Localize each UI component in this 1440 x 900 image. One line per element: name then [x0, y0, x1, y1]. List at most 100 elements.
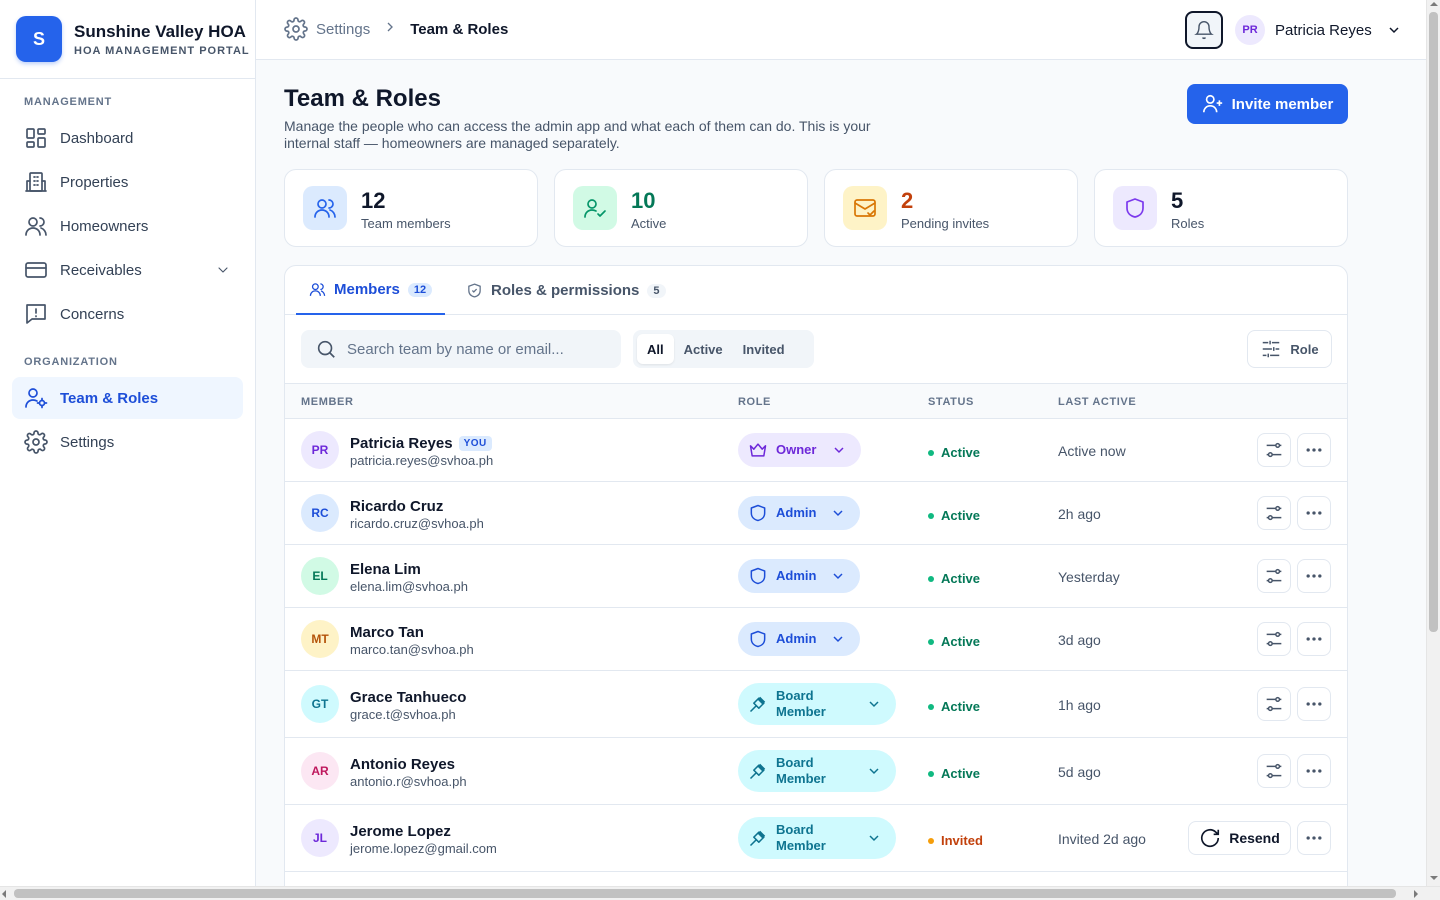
resend-invite-button[interactable]: Resend	[1188, 821, 1291, 855]
search-input[interactable]	[347, 340, 607, 358]
refresh-icon	[1201, 829, 1220, 848]
role-filter-button[interactable]: Role	[1247, 330, 1332, 368]
scroll-left-arrow[interactable]	[2, 890, 6, 898]
role-dropdown[interactable]: Admin	[738, 622, 860, 656]
mail-check-icon	[843, 186, 887, 230]
permissions-button[interactable]	[1257, 622, 1291, 656]
role-dropdown[interactable]: Board Member	[738, 750, 896, 792]
sidebar-item-label: Settings	[60, 433, 115, 451]
sidebar-item-properties[interactable]: Properties	[12, 161, 243, 203]
chevron-down-icon[interactable]	[215, 262, 231, 278]
member-email: elena.lim@svhoa.ph	[350, 579, 468, 594]
stat-label: Team members	[361, 216, 451, 231]
more-actions-button[interactable]	[1297, 622, 1331, 656]
chevron-down-icon	[869, 835, 879, 842]
sidebar-item-homeowners[interactable]: Homeowners	[12, 205, 243, 247]
breadcrumb-settings[interactable]: Settings	[316, 21, 370, 38]
role-dropdown[interactable]: Admin	[738, 496, 860, 530]
scroll-down-arrow[interactable]	[1430, 876, 1438, 880]
stat-label: Pending invites	[901, 216, 990, 231]
more-actions-button[interactable]	[1297, 754, 1331, 788]
scroll-up-arrow[interactable]	[1430, 2, 1438, 6]
status-badge: Active	[928, 571, 980, 586]
vertical-scroll-thumb[interactable]	[1429, 12, 1438, 632]
sidebar-item-concerns[interactable]: Concerns	[12, 293, 243, 335]
role-label: Board Member	[776, 755, 826, 786]
user-name: Patricia Reyes	[1275, 21, 1372, 39]
shield-icon	[750, 630, 766, 648]
permissions-button[interactable]	[1257, 754, 1291, 788]
filter-all[interactable]: All	[637, 334, 674, 364]
filter-active[interactable]: Active	[674, 334, 733, 364]
tab-count-badge: 5	[647, 283, 666, 298]
avatar: RC	[301, 494, 339, 532]
you-badge: YOU	[458, 436, 492, 451]
permissions-button[interactable]	[1257, 687, 1291, 721]
stat-label: Active	[631, 216, 667, 231]
brand-logo: S	[16, 16, 62, 62]
tab-members[interactable]: Members 12	[296, 266, 446, 315]
status-text: Active	[941, 571, 981, 586]
sliders-icon	[1263, 340, 1280, 358]
role-dropdown[interactable]: Owner	[738, 433, 861, 467]
column-status: STATUS	[928, 396, 974, 408]
sliders-icon	[1266, 763, 1282, 779]
permissions-button[interactable]	[1257, 496, 1291, 530]
sidebar-item-label: Concerns	[60, 305, 125, 323]
role-dropdown[interactable]: Board Member	[738, 683, 896, 725]
table-row: PR Patricia Reyes YOU patricia.reyes@svho…	[285, 419, 1347, 482]
table-row: RC Ricardo Cruz ricardo.cruz@svhoa.ph Ad…	[285, 482, 1347, 545]
sidebar-item-dashboard[interactable]: Dashboard	[12, 117, 243, 159]
sidebar-item-label: Properties	[60, 173, 129, 191]
stat-label: Roles	[1171, 216, 1205, 231]
role-dropdown[interactable]: Board Member	[738, 817, 896, 859]
more-actions-button[interactable]	[1297, 687, 1331, 721]
tab-roles-permissions[interactable]: Roles & permissions 5	[466, 266, 666, 315]
more-actions-button[interactable]	[1297, 559, 1331, 593]
permissions-button[interactable]	[1257, 559, 1291, 593]
notifications-button[interactable]	[1185, 11, 1223, 49]
column-role: ROLE	[738, 396, 771, 408]
sidebar-item-team-roles[interactable]: Team & Roles	[12, 377, 243, 419]
role-filter-label: Role	[1290, 341, 1319, 357]
status-badge: Active	[928, 699, 980, 714]
sliders-icon	[1266, 568, 1282, 584]
sidebar-item-label: Homeowners	[60, 217, 149, 235]
sidebar-item-receivables[interactable]: Receivables	[12, 249, 243, 291]
role-label: Owner	[776, 442, 817, 457]
page-description: Manage the people who can access the adm…	[284, 118, 871, 151]
member-email: patricia.reyes@svhoa.ph	[350, 453, 494, 468]
permissions-button[interactable]	[1257, 433, 1291, 467]
table-row: GT Grace Tanhueco grace.t@svhoa.ph Board…	[285, 671, 1347, 738]
scroll-right-arrow[interactable]	[1414, 890, 1418, 898]
horizontal-scroll-thumb[interactable]	[14, 889, 1396, 898]
sliders-icon	[1266, 505, 1282, 521]
more-actions-button[interactable]	[1297, 433, 1331, 467]
more-actions-button[interactable]	[1297, 496, 1331, 530]
vertical-scrollbar[interactable]	[1426, 0, 1440, 886]
chevron-down-icon	[833, 510, 843, 517]
more-horizontal-icon	[1306, 574, 1322, 578]
invite-member-button[interactable]: Invite member	[1187, 84, 1348, 124]
sidebar-item-settings[interactable]: Settings	[12, 421, 243, 463]
stat-value: 10	[631, 188, 656, 213]
member-name: Antonio Reyes	[350, 756, 456, 773]
role-dropdown[interactable]: Admin	[738, 559, 860, 593]
filter-invited[interactable]: Invited	[733, 334, 795, 364]
column-member: MEMBER	[301, 396, 354, 408]
search-box	[301, 330, 621, 368]
user-menu[interactable]: PR Patricia Reyes	[1235, 15, 1402, 45]
stat-value: 2	[901, 188, 914, 213]
gear-icon	[24, 430, 48, 454]
last-active: Active now	[1058, 443, 1126, 459]
avatar: MT	[301, 620, 339, 658]
shield-icon	[1113, 186, 1157, 230]
stat-value: 5	[1171, 188, 1184, 213]
status-text: Active	[941, 508, 981, 523]
member-email: jerome.lopez@gmail.com	[350, 841, 497, 856]
more-actions-button[interactable]	[1297, 821, 1331, 855]
horizontal-scrollbar[interactable]	[0, 886, 1440, 900]
nav-section-management: MANAGEMENT	[24, 96, 113, 108]
chevron-right-icon	[387, 22, 394, 32]
more-horizontal-icon	[1306, 836, 1322, 840]
